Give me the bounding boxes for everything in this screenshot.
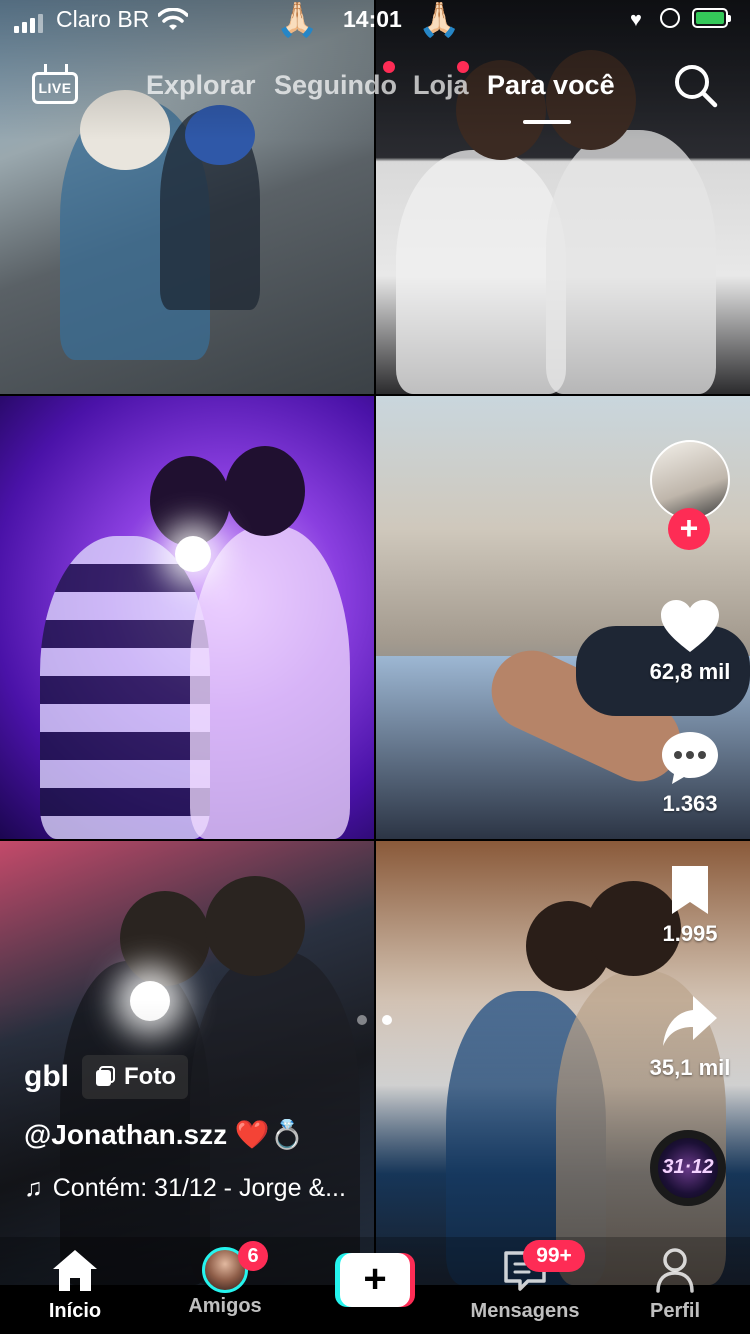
active-tab-indicator: [523, 120, 571, 124]
status-bar: Claro BR 🙏🏻 14:01 🙏🏻 ♥: [0, 0, 750, 44]
music-note-icon: ♫: [24, 1174, 43, 1202]
search-icon[interactable]: [672, 62, 718, 108]
save-button[interactable]: 1.995: [640, 864, 740, 947]
heart-status-icon: ♥: [630, 9, 642, 31]
music-title: Contém: 31/12 - Jorge &...: [52, 1174, 346, 1202]
share-count: 35,1 mil: [649, 1055, 731, 1080]
post-caption[interactable]: @Jonathan.szz ❤️💍: [24, 1118, 305, 1151]
home-icon: [53, 1250, 97, 1291]
carousel-dot-2-active: [382, 1015, 392, 1025]
nav-mensagens-label: Mensagens: [470, 1300, 580, 1322]
comment-count: 1.363: [662, 791, 718, 816]
battery-icon: [692, 8, 731, 28]
music-disc[interactable]: 31·12: [650, 1130, 726, 1206]
bookmark-icon: [672, 866, 708, 914]
photo-type-label: Foto: [124, 1063, 176, 1090]
tab-seguindo[interactable]: Seguindo: [274, 70, 397, 101]
wifi-icon: [158, 8, 188, 30]
comment-icon: [662, 732, 718, 784]
nav-perfil[interactable]: Perfil: [615, 1247, 735, 1323]
friends-badge: 6: [238, 1241, 268, 1271]
share-icon: [663, 996, 717, 1046]
status-emoji-right: 🙏🏻: [418, 1, 461, 39]
share-button[interactable]: 35,1 mil: [640, 994, 740, 1081]
tab-loja[interactable]: Loja: [413, 70, 469, 101]
nav-amigos-label: Amigos: [188, 1295, 262, 1317]
photo-tile-purple-mirror: [0, 396, 374, 839]
status-emoji-left: 🙏🏻: [276, 1, 319, 39]
create-button[interactable]: +: [335, 1253, 415, 1307]
like-button[interactable]: 62,8 mil: [640, 598, 740, 685]
cellular-signal-icon: [14, 14, 43, 33]
bottom-nav: Início Amigos 6 + Mensagens 99+ Perfil: [0, 1237, 750, 1334]
feed-tabs: Explorar Seguindo Loja Para você: [0, 61, 750, 110]
carrier-name: Claro BR: [56, 6, 150, 32]
author-avatar-group[interactable]: +: [650, 440, 730, 550]
tab-explorar[interactable]: Explorar: [146, 70, 256, 101]
status-time: 14:01: [343, 6, 402, 32]
music-info[interactable]: ♫ Contém: 31/12 - Jorge &...: [24, 1174, 346, 1203]
profile-icon: [656, 1248, 694, 1293]
orientation-lock-icon: [660, 8, 680, 28]
loja-notification-dot: [457, 61, 469, 73]
messages-badge: 99+: [523, 1240, 585, 1272]
tab-para-voce[interactable]: Para você: [487, 70, 615, 101]
seguindo-notification-dot: [383, 61, 395, 73]
follow-button[interactable]: +: [668, 508, 710, 550]
heart-icon: [661, 600, 719, 652]
photo-type-chip: Foto: [82, 1055, 188, 1099]
save-count: 1.995: [662, 921, 718, 946]
photo-stack-icon: [96, 1066, 115, 1086]
author-name[interactable]: gbl: [24, 1060, 69, 1094]
nav-inicio-label: Início: [48, 1300, 102, 1322]
nav-perfil-label: Perfil: [649, 1300, 701, 1322]
create-plus-icon: +: [340, 1253, 410, 1307]
carousel-dot-1: [357, 1015, 367, 1025]
like-count: 62,8 mil: [649, 659, 731, 684]
comment-button[interactable]: 1.363: [640, 730, 740, 817]
nav-inicio[interactable]: Início: [15, 1247, 135, 1323]
